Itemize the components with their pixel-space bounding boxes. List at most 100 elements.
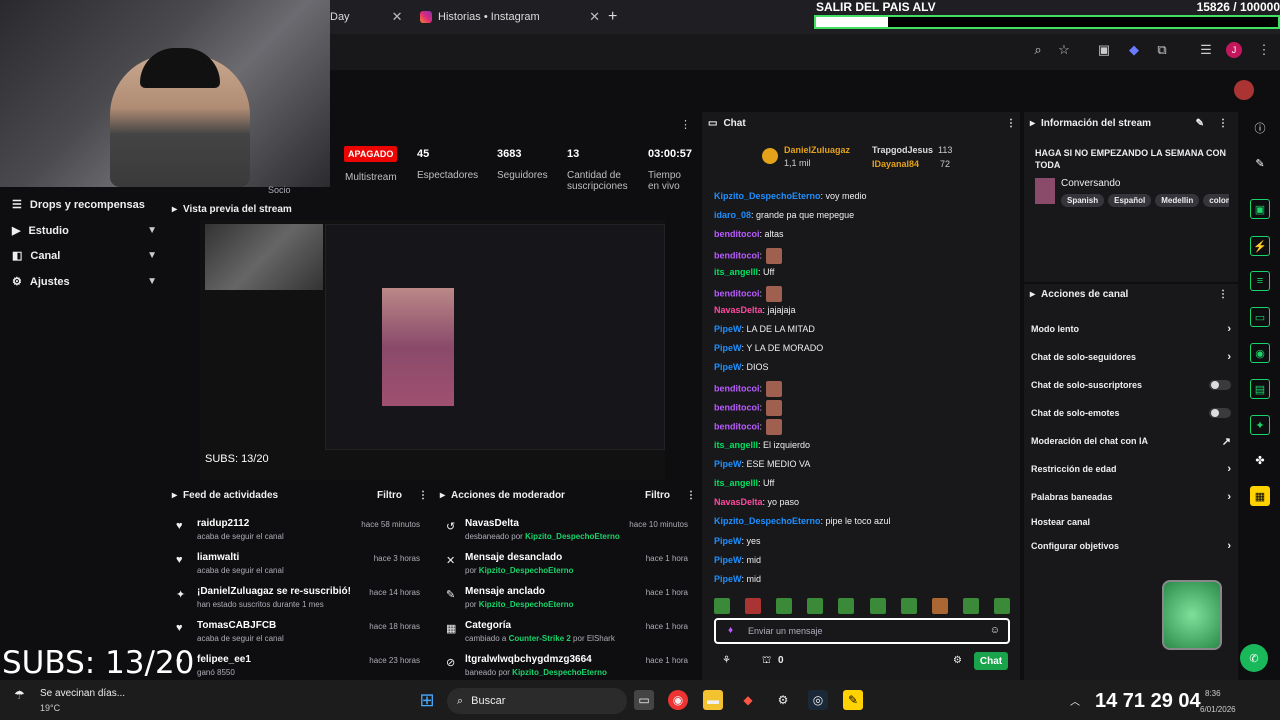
channel-action-row[interactable]: Modo lento ›: [1031, 322, 1231, 336]
tag-chip[interactable]: Español: [1108, 194, 1152, 207]
chat-username[interactable]: PipeW: [714, 343, 742, 353]
emote-icon[interactable]: [931, 598, 948, 614]
multistream-label[interactable]: Multistream: [345, 172, 397, 183]
chat-username[interactable]: PipeW: [714, 555, 742, 565]
toggle-switch[interactable]: [1209, 380, 1231, 390]
emote-icon[interactable]: [714, 598, 730, 614]
system-time[interactable]: 8:36: [1205, 689, 1221, 698]
task-view-icon[interactable]: ▭: [634, 690, 654, 710]
system-date[interactable]: 6/01/2026: [1200, 705, 1236, 714]
feed-row[interactable]: ♥ TomasCABJFCB acaba de seguir el canal …: [170, 618, 430, 650]
more-icon[interactable]: ⋮: [1256, 42, 1272, 58]
clip-icon[interactable]: ▣: [1250, 199, 1270, 219]
mod-row[interactable]: ▦ Categoría cambiado a Counter-Strike 2 …: [440, 618, 698, 650]
chat-username[interactable]: PipeW: [714, 536, 742, 546]
chat-username[interactable]: benditocoi: [714, 402, 760, 412]
settings-icon[interactable]: ⚘: [722, 655, 731, 666]
taskbar-search[interactable]: ⌕ Buscar: [447, 688, 627, 714]
folder-icon[interactable]: ▬: [703, 690, 723, 710]
brave-icon[interactable]: ◆: [738, 690, 758, 710]
toggle-switch[interactable]: [1209, 408, 1231, 418]
feed-row[interactable]: ♥ liamwalti acaba de seguir el canal hac…: [170, 550, 430, 582]
sidebar-item-canal[interactable]: ◧ Canal ▼: [12, 249, 157, 263]
emote-icon[interactable]: [776, 598, 793, 614]
chat-username[interactable]: benditocoi: [714, 383, 760, 393]
top-gifter-3-name[interactable]: IDayanal84: [872, 159, 919, 169]
channel-action-row[interactable]: Configurar objetivos ›: [1031, 539, 1231, 553]
zoom-icon[interactable]: ⌕: [1030, 42, 1046, 58]
extensions-icon[interactable]: ⧉: [1154, 42, 1170, 58]
chat-username[interactable]: benditocoi: [714, 288, 760, 298]
chat-username[interactable]: benditocoi: [714, 250, 760, 260]
weather-icon[interactable]: ☂: [14, 688, 25, 702]
sidebar-item-drops[interactable]: ☰ Drops y recompensas: [12, 198, 157, 212]
top-gifter-2-name[interactable]: TrapgodJesus: [872, 145, 933, 155]
more-icon[interactable]: ⋮: [686, 490, 696, 501]
channel-action-row[interactable]: Chat de solo-suscriptores: [1031, 378, 1231, 392]
broadcast-icon[interactable]: ◉: [1250, 343, 1270, 363]
sidebar-item-estudio[interactable]: ▶ Estudio ▼: [12, 224, 157, 238]
chat-username[interactable]: PipeW: [714, 459, 742, 469]
sidebar-item-ajustes[interactable]: ⚙ Ajustes ▼: [12, 275, 157, 289]
extensions-icon[interactable]: ✤: [1250, 450, 1270, 470]
chat-username[interactable]: NavasDelta: [714, 305, 763, 315]
channel-action-row[interactable]: Chat de solo-seguidores ›: [1031, 350, 1231, 364]
mod-row[interactable]: ✕ Mensaje desanclado por Kipzito_Despech…: [440, 550, 698, 582]
profile-avatar[interactable]: J: [1226, 42, 1242, 58]
mod-row[interactable]: ↺ NavasDelta desbaneado por Kipzito_Desp…: [440, 516, 698, 548]
chat-username[interactable]: NavasDelta: [714, 497, 763, 507]
chat-username[interactable]: benditocoi: [714, 421, 760, 431]
more-icon[interactable]: ⋮: [1218, 289, 1228, 300]
emote-icon[interactable]: [838, 598, 855, 614]
emote-icon[interactable]: [807, 598, 824, 614]
channel-action-row[interactable]: Palabras baneadas ›: [1031, 490, 1231, 504]
info-icon[interactable]: ⓘ: [1250, 118, 1270, 138]
chat-username[interactable]: idaro_08: [714, 210, 751, 220]
wrench-icon[interactable]: ✦: [1250, 415, 1270, 435]
emote-icon[interactable]: [900, 598, 917, 614]
bits-icon[interactable]: ♦: [728, 625, 733, 636]
chat-username[interactable]: PipeW: [714, 574, 742, 584]
emote-icon[interactable]: [745, 598, 762, 614]
tag-chip[interactable]: Spanish: [1061, 194, 1105, 207]
chat-username[interactable]: PipeW: [714, 362, 742, 372]
mod-row-user[interactable]: Kipzito_DespechoEterno: [479, 566, 574, 575]
gear-icon[interactable]: ⚙: [953, 655, 962, 666]
chat-username[interactable]: PipeW: [714, 324, 742, 334]
more-icon[interactable]: ⋮: [1218, 118, 1228, 129]
phone-icon[interactable]: ✆: [1240, 644, 1268, 672]
steam-icon[interactable]: ◎: [808, 690, 828, 710]
channel-action-row[interactable]: Restricción de edad ›: [1031, 462, 1231, 476]
weather-text[interactable]: Se avecinan días...: [40, 688, 125, 699]
close-icon[interactable]: ✕: [392, 9, 403, 25]
edit-icon[interactable]: ✎: [1196, 118, 1204, 129]
mod-row-user[interactable]: Kipzito_DespechoEterno: [512, 668, 607, 677]
emote-icon[interactable]: [869, 598, 886, 614]
chat-username[interactable]: Kipzito_DespechoEterno: [714, 191, 821, 201]
chat-username[interactable]: Kipzito_DespechoEterno: [714, 516, 821, 526]
tag-chip[interactable]: colomi: [1203, 194, 1229, 207]
new-tab-icon[interactable]: +: [608, 4, 617, 30]
chat-username[interactable]: its_angelll: [714, 440, 758, 450]
feed-filter-button[interactable]: Filtro: [377, 490, 402, 501]
chat-username[interactable]: benditocoi: [714, 229, 760, 239]
app-icon[interactable]: ⚙: [773, 690, 793, 710]
emote-picker-icon[interactable]: ☺: [990, 625, 1000, 636]
note-icon[interactable]: ▦: [1250, 486, 1270, 506]
mod-filter-button[interactable]: Filtro: [645, 490, 670, 501]
chat-send-button[interactable]: Chat: [974, 652, 1008, 670]
bolt-icon[interactable]: ⚡: [1250, 236, 1270, 256]
mod-row-user[interactable]: Counter-Strike 2: [509, 634, 571, 643]
chrome-icon[interactable]: ◉: [668, 690, 688, 710]
tag-chip[interactable]: Medellin: [1155, 194, 1200, 207]
tab-instagram[interactable]: Historias • Instagram ✕: [420, 4, 600, 30]
menu-icon[interactable]: ☰: [1198, 42, 1214, 58]
mod-row-user[interactable]: Kipzito_DespechoEterno: [479, 600, 574, 609]
close-icon[interactable]: ✕: [589, 9, 600, 25]
emote-icon[interactable]: [962, 598, 979, 614]
tab-day[interactable]: Day ✕: [330, 4, 402, 30]
chevron-up-icon[interactable]: ︿: [1070, 693, 1080, 708]
extension-icon[interactable]: ▣: [1096, 42, 1112, 58]
star-icon[interactable]: ☆: [1056, 42, 1072, 58]
channel-avatar[interactable]: [1234, 80, 1254, 100]
